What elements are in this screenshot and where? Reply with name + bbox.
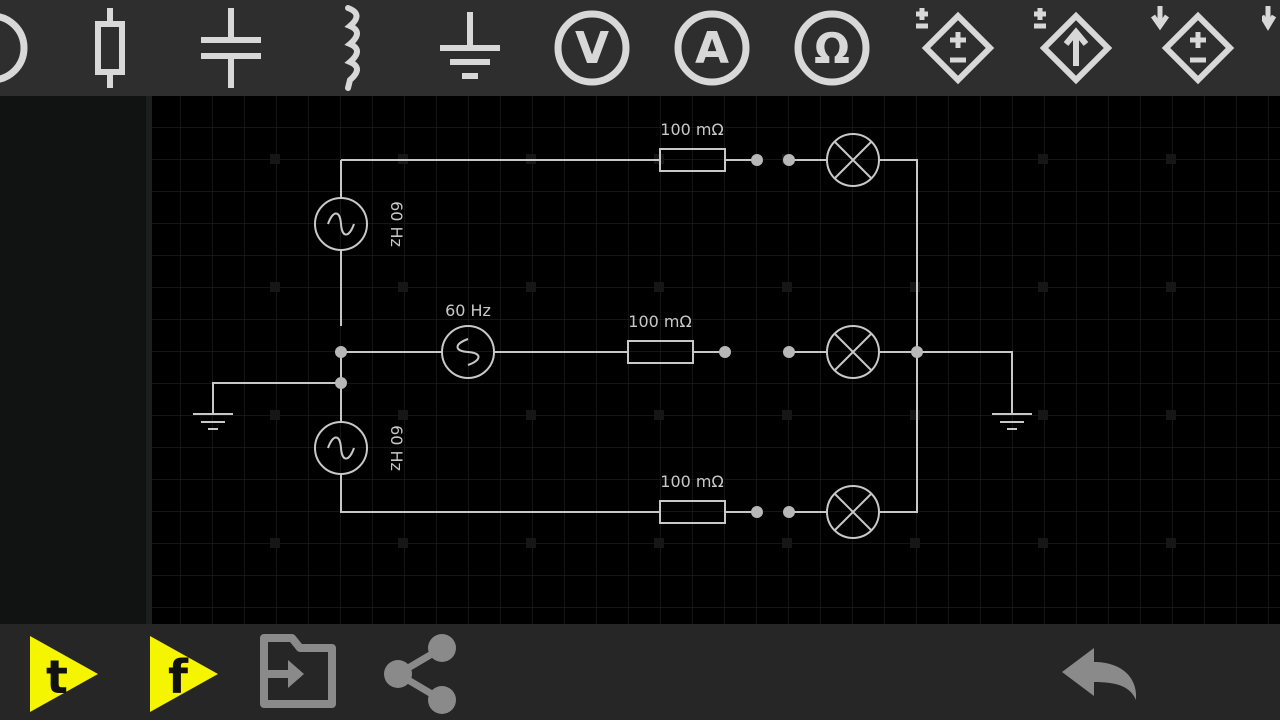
grid (152, 96, 1280, 624)
source-bottom-label: 60 Hz (387, 425, 406, 471)
dependent-current-source-tool[interactable] (1028, 0, 1118, 96)
svg-text:A: A (695, 23, 729, 74)
resistor-bottom-label: 100 mΩ (660, 472, 723, 491)
more-components-icon (1262, 6, 1277, 31)
resistor-tool[interactable] (80, 0, 140, 96)
dependent-voltage-source-icon (916, 8, 995, 85)
source-top-label: 60 Hz (387, 201, 406, 247)
inductor-tool[interactable] (330, 0, 380, 96)
svg-text:V: V (575, 23, 609, 74)
side-panel (0, 96, 146, 624)
component-toolbar: V A Ω (0, 0, 1280, 96)
ammeter-tool[interactable]: A (672, 0, 752, 96)
circuit-canvas[interactable]: 100 mΩ 100 mΩ 100 mΩ 60 Hz 60 Hz 60 Hz (152, 96, 1280, 624)
undo-icon (1062, 648, 1137, 700)
voltmeter-tool[interactable]: V (552, 0, 632, 96)
tumblr-share-icon: t (30, 636, 98, 712)
ohmmeter-tool[interactable]: Ω (792, 0, 872, 96)
svg-text:f: f (168, 650, 189, 704)
ac-source-tool[interactable] (0, 0, 40, 96)
facebook-share-button[interactable]: f (144, 632, 224, 712)
controlled-voltage-source-icon (1150, 6, 1235, 85)
ohmmeter-icon: Ω (794, 10, 870, 86)
source-middle-label: 60 Hz (445, 301, 491, 320)
dependent-voltage-source-tool[interactable] (906, 0, 996, 96)
controlled-voltage-source-tool[interactable] (1146, 0, 1236, 96)
export-button[interactable] (256, 634, 340, 712)
capacitor-tool[interactable] (198, 0, 264, 96)
share-button[interactable] (380, 632, 462, 716)
more-components-tool[interactable] (1262, 0, 1280, 96)
resistor-middle-label: 100 mΩ (628, 312, 691, 331)
voltmeter-icon: V (554, 10, 630, 86)
svg-text:t: t (46, 650, 68, 704)
resistor-top-label: 100 mΩ (660, 120, 723, 139)
ground-icon (440, 12, 500, 79)
svg-text:Ω: Ω (814, 24, 850, 73)
export-icon (260, 634, 336, 708)
undo-button[interactable] (1060, 644, 1142, 708)
capacitor-icon (201, 8, 261, 88)
ac-source-icon (0, 13, 28, 83)
inductor-icon (344, 5, 360, 91)
bottom-action-bar: t f (0, 624, 1280, 720)
facebook-share-icon: f (150, 636, 218, 712)
circuit-diagram: 100 mΩ 100 mΩ 100 mΩ 60 Hz 60 Hz 60 Hz (152, 96, 1280, 624)
tumblr-share-button[interactable]: t (24, 632, 104, 712)
ground-tool[interactable] (436, 0, 504, 96)
ammeter-icon: A (674, 10, 750, 86)
resistor-icon (95, 8, 125, 88)
share-icon (384, 634, 456, 714)
dependent-current-source-icon (1034, 8, 1113, 85)
